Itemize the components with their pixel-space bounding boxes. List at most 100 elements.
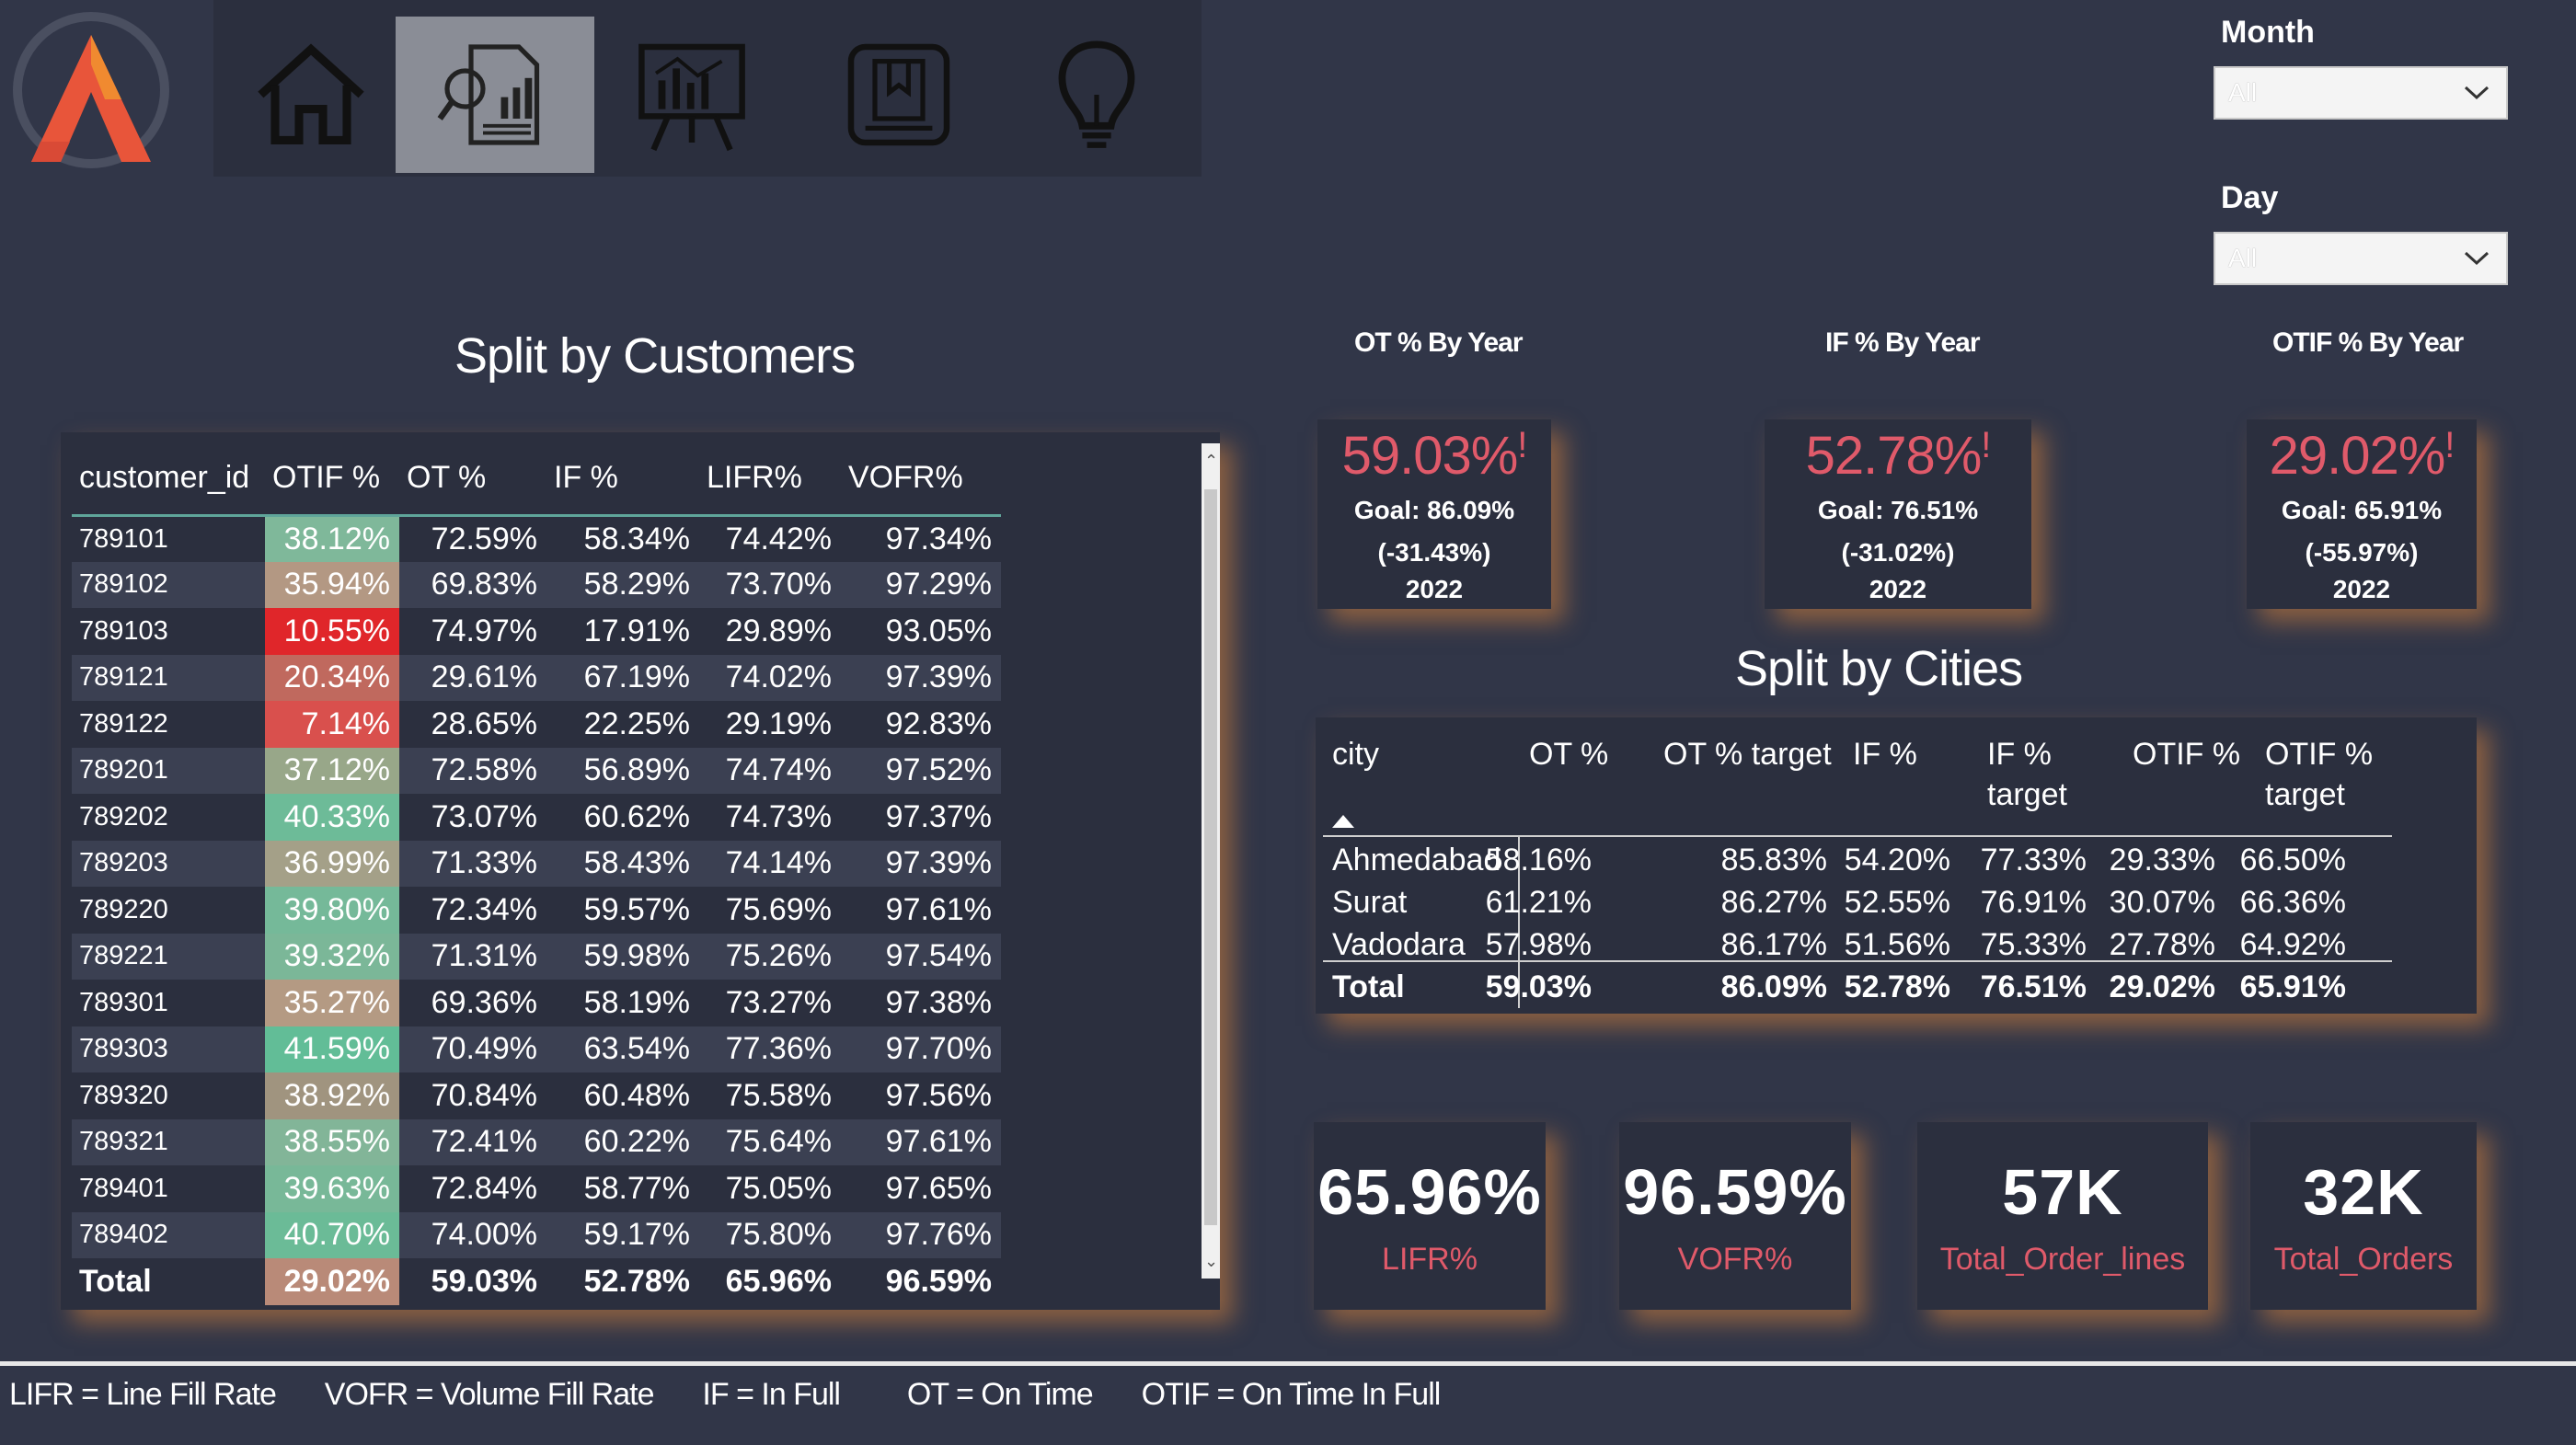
- table-row[interactable]: 789201 37.12% 72.58% 56.89% 74.74% 97.52%: [72, 747, 1001, 794]
- table-row[interactable]: 789303 41.59% 70.49% 63.54% 77.36% 97.70%: [72, 1026, 1001, 1072]
- total-lifr-cell: 65.96%: [725, 1263, 832, 1299]
- table-row[interactable]: 789401 39.63% 72.84% 58.77% 75.05% 97.65%: [72, 1165, 1001, 1212]
- vofr-cell: 97.29%: [841, 561, 1001, 608]
- scrollbar-thumb[interactable]: [1204, 489, 1217, 1225]
- city-city-cell: Ahmedabad: [1332, 843, 1501, 877]
- vofr-cell: 97.39%: [841, 654, 1001, 701]
- customers-table-panel: customer_id OTIF % OT % IF % LIFR% VOFR%…: [61, 432, 1220, 1310]
- lifr-cell: 74.42%: [725, 521, 832, 556]
- table-scrollbar[interactable]: ⌃ ⌄: [1202, 443, 1220, 1279]
- lifr-cell: 29.89%: [725, 613, 832, 648]
- vofr-cell: 92.83%: [885, 705, 992, 741]
- city-city-cell: Total: [1332, 969, 1405, 1004]
- nav-presentation-button[interactable]: [609, 17, 775, 173]
- vofr-cell: 97.37%: [885, 798, 992, 834]
- column-header[interactable]: OTIF %: [2133, 734, 2240, 774]
- table-row[interactable]: 789320 38.92% 70.84% 60.48% 75.58% 97.56%: [72, 1072, 1001, 1119]
- column-header[interactable]: IF %: [1853, 734, 1917, 774]
- if-cell: 60.22%: [546, 1118, 699, 1165]
- column-header[interactable]: OT %: [399, 442, 546, 517]
- customer-id-cell: 789203: [72, 840, 265, 887]
- city-ot-t-cell: 86.17%: [1720, 927, 1827, 962]
- nav-bar: [213, 0, 1202, 177]
- lifr-cell: 75.26%: [699, 933, 841, 980]
- table-row[interactable]: 789321 38.55% 72.41% 60.22% 75.64% 97.61%: [72, 1118, 1001, 1165]
- table-row[interactable]: 789121 20.34% 29.61% 67.19% 74.02% 97.39%: [72, 654, 1001, 701]
- customer-id-cell: 789201: [72, 747, 265, 794]
- column-header[interactable]: city: [1332, 734, 1379, 774]
- vofr-cell: 97.61%: [885, 891, 992, 927]
- scroll-up-icon[interactable]: ⌃: [1204, 447, 1218, 475]
- city-otif-t-cell: 65.91%: [2239, 969, 2346, 1004]
- footer-legend: LIFR = Line Fill Rate VOFR = Volume Fill…: [9, 1377, 1441, 1413]
- lifr-cell: 75.80%: [699, 1211, 841, 1258]
- table-row[interactable]: 789103 10.55% 74.97% 17.91% 29.89% 93.05%: [72, 608, 1001, 655]
- cities-section-title: Split by Cities: [1735, 641, 2023, 696]
- if-cell: 58.34%: [583, 521, 690, 556]
- city-if-cell: 52.78%: [1844, 969, 1950, 1004]
- customer-id-cell: 789121: [72, 654, 265, 701]
- table-row[interactable]: 789101 38.12% 72.59% 58.34% 74.42% 97.34%: [72, 515, 1001, 562]
- alert-mark: !: [2444, 424, 2455, 465]
- otif-cell: 36.99%: [265, 840, 399, 887]
- city-ot-t-cell: 85.83%: [1720, 843, 1827, 877]
- column-header[interactable]: IF %: [546, 442, 699, 517]
- table-row[interactable]: 789122 7.14% 28.65% 22.25% 29.19% 92.83%: [72, 701, 1001, 748]
- table-row[interactable]: 789203 36.99% 71.33% 58.43% 74.14% 97.39%: [72, 840, 1001, 887]
- table-row[interactable]: 789221 39.32% 71.31% 59.98% 75.26% 97.54%: [72, 933, 1001, 980]
- header-divider: [1323, 835, 2392, 837]
- column-header[interactable]: IF % target: [1987, 734, 2098, 815]
- column-header[interactable]: OT %: [1529, 734, 1608, 774]
- ot-cell: 69.36%: [431, 984, 537, 1020]
- vofr-cell: 97.34%: [885, 521, 992, 556]
- city-if-t-cell: 76.91%: [1980, 885, 2087, 920]
- nav-report-button[interactable]: [396, 17, 594, 173]
- column-header[interactable]: OT % target: [1663, 734, 1832, 774]
- kpi-goal: Goal: 76.51%: [1817, 495, 1979, 524]
- kpi-goal: Goal: 86.09%: [1353, 495, 1515, 524]
- city-otif-cell: 29.02%: [2109, 969, 2215, 1004]
- column-header[interactable]: LIFR%: [699, 442, 841, 517]
- table-row[interactable]: 789301 35.27% 69.36% 58.19% 73.27% 97.38%: [72, 980, 1001, 1026]
- day-filter-label: Day: [2221, 180, 2279, 215]
- kpi-diff: (-55.97%): [2305, 537, 2419, 567]
- customer-id-cell: 789103: [79, 615, 168, 646]
- customer-id-cell: 789220: [79, 894, 168, 924]
- footer-divider: [0, 1361, 2576, 1366]
- if-cell: 58.43%: [546, 840, 699, 887]
- day-filter-dropdown[interactable]: All: [2214, 232, 2508, 285]
- table-row[interactable]: 789220 39.80% 72.34% 59.57% 75.69% 97.61%: [72, 887, 1001, 934]
- vofr-cell: 97.61%: [841, 1118, 1001, 1165]
- nav-home-button[interactable]: [241, 17, 381, 173]
- vofr-cell: 97.76%: [841, 1211, 1001, 1258]
- ot-cell: 71.33%: [399, 840, 546, 887]
- nav-bookmark-button[interactable]: [821, 17, 977, 173]
- kpi-label: VOFR%: [1677, 1241, 1793, 1277]
- ot-cell: 29.61%: [399, 654, 546, 701]
- if-cell: 58.19%: [583, 984, 690, 1020]
- scroll-down-icon[interactable]: ⌄: [1204, 1247, 1218, 1275]
- city-otif-cell: 29.33%: [2109, 843, 2215, 877]
- column-header[interactable]: VOFR%: [841, 442, 1001, 517]
- table-row[interactable]: 789202 40.33% 73.07% 60.62% 74.73% 97.37%: [72, 794, 1001, 841]
- chevron-down-icon: [2464, 251, 2490, 266]
- city-ot-t-cell: 86.09%: [1720, 969, 1827, 1004]
- vofr-cell: 97.52%: [841, 747, 1001, 794]
- table-row[interactable]: 789102 35.94% 69.83% 58.29% 73.70% 97.29%: [72, 561, 1001, 608]
- if-cell: 58.77%: [583, 1170, 690, 1206]
- table-row[interactable]: 789402 40.70% 74.00% 59.17% 75.80% 97.76%: [72, 1211, 1001, 1258]
- lightbulb-icon: [1058, 40, 1135, 148]
- if-cell: 60.48%: [583, 1077, 690, 1113]
- total-vofr-cell: 96.59%: [885, 1263, 992, 1299]
- customer-id-cell: 789303: [72, 1026, 265, 1072]
- nav-insights-button[interactable]: [1023, 17, 1170, 173]
- column-header[interactable]: OTIF %: [265, 442, 399, 517]
- if-cell: 56.89%: [546, 747, 699, 794]
- kpi-value: 57K: [2002, 1155, 2123, 1228]
- sort-ascending-icon[interactable]: [1332, 815, 1354, 828]
- if-cell: 58.29%: [546, 561, 699, 608]
- column-header[interactable]: OTIF % target: [2265, 734, 2385, 815]
- month-filter-dropdown[interactable]: All: [2214, 66, 2508, 120]
- vofr-cell: 97.54%: [841, 933, 1001, 980]
- column-header[interactable]: customer_id: [72, 442, 265, 517]
